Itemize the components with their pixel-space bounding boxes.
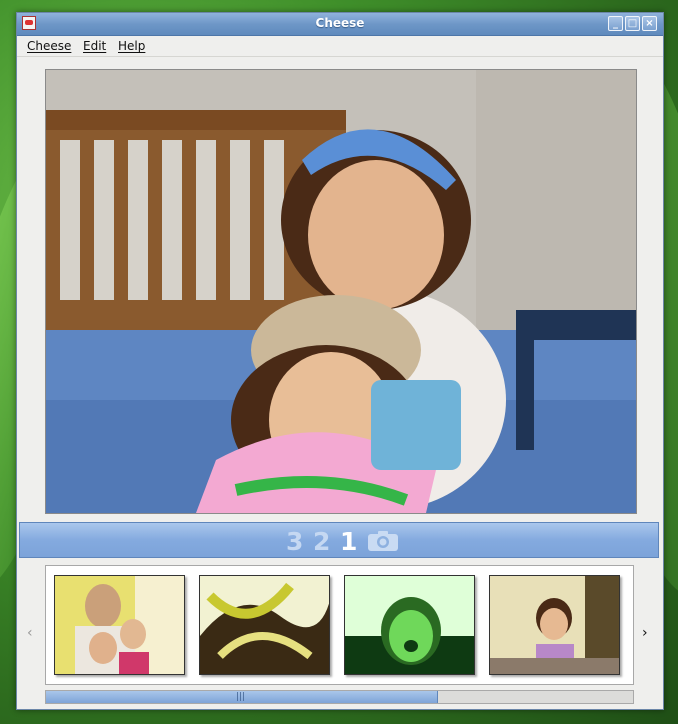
countdown-one: 1 (340, 527, 358, 556)
thumbnail-scrollbar[interactable]: ||| (45, 690, 634, 704)
scrollbar-thumb[interactable]: ||| (46, 691, 438, 703)
thumbnail-photo[interactable] (344, 575, 475, 675)
chevron-left-icon[interactable]: ‹ (27, 625, 33, 641)
menu-help[interactable]: Help (118, 39, 145, 53)
camera-icon[interactable] (368, 531, 398, 551)
countdown-three: 3 (286, 527, 304, 556)
countdown-bar[interactable]: 3 2 1 (19, 522, 659, 558)
thumbnail-photo[interactable] (199, 575, 330, 675)
menubar: Cheese Edit Help (17, 36, 663, 57)
thumbnail-photo[interactable] (54, 575, 185, 675)
menu-cheese[interactable]: Cheese (27, 39, 71, 53)
thumbnail-strip (45, 565, 634, 685)
titlebar[interactable]: Cheese _ □ × (17, 13, 663, 36)
chevron-right-icon[interactable]: › (642, 625, 648, 641)
window-title: Cheese (315, 16, 365, 30)
menu-edit[interactable]: Edit (83, 39, 106, 53)
minimize-icon[interactable]: _ (608, 16, 623, 31)
maximize-icon[interactable]: □ (625, 16, 640, 31)
scrollbar-grip: ||| (236, 692, 246, 702)
app-window: Cheese _ □ × Cheese Edit Help 3 2 1 ‹ › … (16, 12, 664, 710)
close-icon[interactable]: × (642, 16, 657, 31)
countdown-two: 2 (313, 527, 331, 556)
thumbnail-photo[interactable] (489, 575, 620, 675)
webcam-preview (45, 69, 637, 514)
